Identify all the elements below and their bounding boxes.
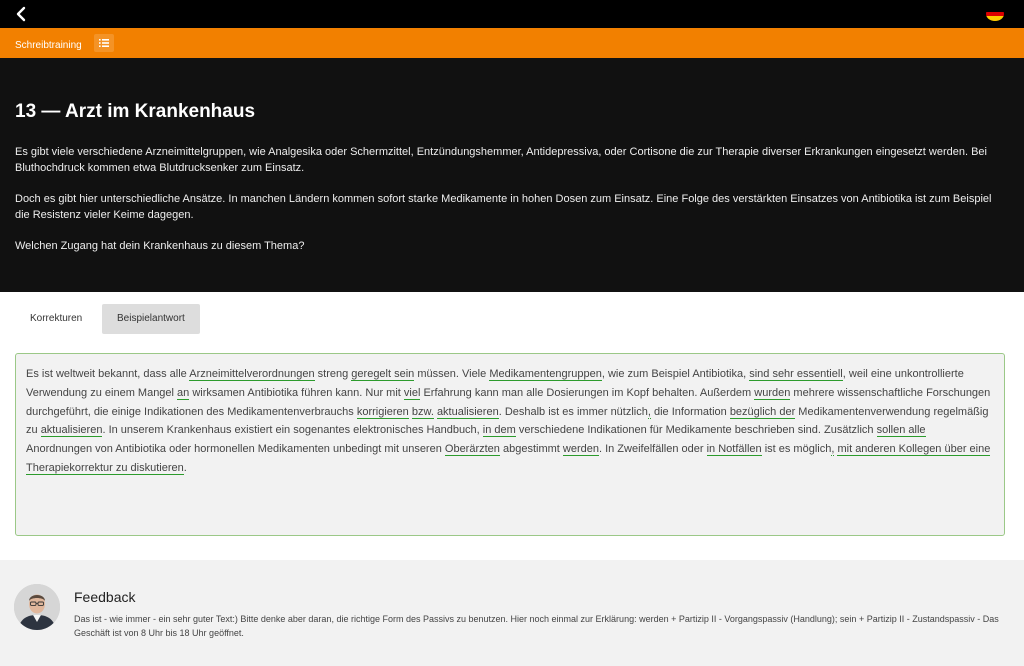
correction-mark[interactable]: aktualisieren <box>40 424 103 438</box>
correction-mark[interactable]: geregelt sein <box>351 368 415 381</box>
list-button[interactable] <box>94 34 114 52</box>
correction-mark[interactable]: an <box>177 386 190 400</box>
feedback-section: Feedback Das ist - wie immer - ein sehr … <box>0 560 1024 666</box>
feedback-heading: Feedback <box>74 589 136 605</box>
chevron-left-icon <box>16 6 26 22</box>
tutor-avatar-icon <box>14 584 60 630</box>
exercise-prompt: 13 — Arzt im Krankenhaus Es gibt viele v… <box>0 58 1024 292</box>
top-bar <box>0 0 1024 28</box>
correction-mark[interactable]: Oberärzten <box>444 443 500 457</box>
correction-mark[interactable]: viel <box>403 386 421 400</box>
prompt-paragraph: Es gibt viele verschiedene Arzneimittelg… <box>15 146 987 174</box>
correction-mark[interactable]: in Notfällen <box>706 443 762 457</box>
correction-mark[interactable]: mit anderen Kollegen über eine Therapiek… <box>26 443 991 475</box>
german-flag-icon[interactable] <box>986 7 1004 21</box>
sample-answer-text: Es ist weltweit bekannt, dass alle Arzne… <box>15 353 1005 536</box>
correction-mark[interactable]: bzw. <box>411 405 434 419</box>
correction-mark[interactable]: sind sehr essentiell <box>749 368 843 381</box>
correction-mark[interactable]: , <box>647 405 651 419</box>
tab-beispielantwort[interactable]: Beispielantwort <box>102 304 200 334</box>
correction-mark[interactable]: aktualisieren <box>436 405 499 419</box>
prompt-question: Welchen Zugang hat dein Krankenhaus zu d… <box>15 240 305 252</box>
section-title: Schreibtraining <box>15 40 82 51</box>
list-icon <box>99 39 109 47</box>
answer-section: Korrekturen Beispielantwort Es ist weltw… <box>0 292 1024 560</box>
correction-mark[interactable]: werden <box>562 443 599 457</box>
correction-mark[interactable]: bezüglich der <box>729 405 796 419</box>
tab-korrekturen[interactable]: Korrekturen <box>15 304 97 334</box>
correction-mark[interactable]: Arzneimittelverordnungen <box>189 368 315 381</box>
correction-mark[interactable]: in dem <box>482 424 516 438</box>
correction-mark[interactable]: , <box>831 443 835 457</box>
correction-mark[interactable]: sollen alle <box>876 424 926 438</box>
correction-mark[interactable]: wurden <box>754 386 791 400</box>
back-button[interactable] <box>12 4 32 24</box>
exercise-title: 13 — Arzt im Krankenhaus <box>15 101 256 122</box>
prompt-paragraph: Doch es gibt hier unterschiedliche Ansät… <box>15 193 992 221</box>
feedback-text: Das ist - wie immer - ein sehr guter Tex… <box>74 614 999 638</box>
correction-mark[interactable]: Medikamentengruppen <box>489 368 602 381</box>
section-header: Schreibtraining <box>0 28 1024 58</box>
correction-mark[interactable]: korrigieren <box>356 405 409 419</box>
